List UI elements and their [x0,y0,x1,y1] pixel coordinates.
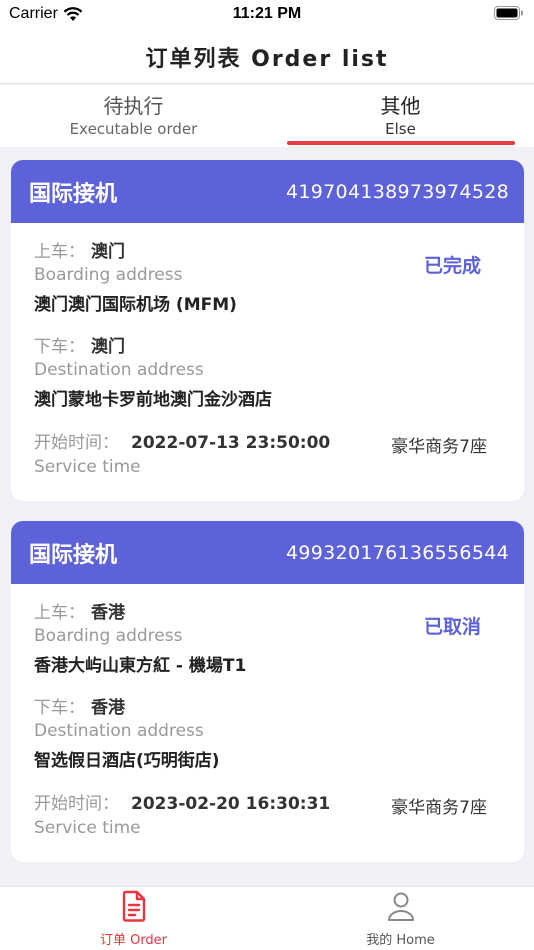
service-time-label: 开始时间： [34,433,119,453]
boarding-address: 香港大屿山東方紅 - 機場T1 [34,656,247,676]
destination-label-en: Destination address [34,360,204,380]
order-number: 499320176136556544 [286,541,509,564]
service-time-en: Service time [34,457,141,477]
destination-city: 香港 [91,698,125,718]
boarding-city: 香港 [91,603,125,623]
tab-else-en: Else [385,120,416,138]
destination-label: 下车： [34,337,85,357]
document-icon [122,890,145,922]
order-type: 国际接机 [29,542,118,568]
tabbar-order[interactable]: 订单 Order [0,887,267,950]
boarding-label: 上车： [34,242,85,262]
order-tabs: 待执行 Executable order 其他 Else [0,85,534,147]
destination-city: 澳门 [91,337,125,357]
status-time: 11:21 PM [232,5,302,22]
tab-else[interactable]: 其他 Else [267,85,534,147]
tab-executable[interactable]: 待执行 Executable order [0,85,267,147]
order-card-body: 已完成 上车： 澳门 Boarding address 澳门澳门国际机场 (MFM… [11,223,524,501]
tab-else-cn: 其他 [380,94,421,118]
tabbar-order-label: 订单 Order [99,933,168,948]
service-time-value: 2023-02-20 16:30:31 [131,794,331,814]
destination-label-row: 下车： 澳门 [34,336,501,358]
order-status: 已完成 [423,255,481,277]
status-bar: Carrier 11:21 PM [0,0,534,30]
order-status: 已取消 [423,616,481,638]
boarding-address: 澳门澳门国际机场 (MFM) [34,295,237,315]
order-type: 国际接机 [29,181,118,207]
destination-address: 澳门蒙地卡罗前地澳门金沙酒店 [34,390,272,410]
service-time-value: 2022-07-13 23:50:00 [131,433,331,453]
order-card[interactable]: 国际接机 499320176136556544 已取消 上车： 香港 Boardi… [11,521,524,862]
order-card-header: 国际接机 499320176136556544 [11,521,524,584]
tabbar-home-label: 我的 Home [366,933,435,948]
destination-block: 下车： 澳门 Destination address 澳门蒙地卡罗前地澳门金沙酒店 [34,336,501,411]
car-type: 豪华商务7座 [391,437,487,457]
boarding-city: 澳门 [91,242,125,262]
order-list: 国际接机 419704138973974528 已完成 上车： 澳门 Boardi… [11,160,524,882]
destination-block: 下车： 香港 Destination address 智选假日酒店(巧明街店) [34,697,501,772]
order-card-body: 已取消 上车： 香港 Boarding address 香港大屿山東方紅 - 機場… [11,584,524,862]
service-time-en: Service time [34,818,141,838]
page-title: 订单列表 Order list [145,46,389,72]
service-time-label: 开始时间： [34,794,119,814]
tabbar-home[interactable]: 我的 Home [267,887,534,950]
boarding-label: 上车： [34,603,85,623]
order-card-header: 国际接机 419704138973974528 [11,160,524,223]
nav-header: 订单列表 Order list [0,30,534,84]
order-card[interactable]: 国际接机 419704138973974528 已完成 上车： 澳门 Boardi… [11,160,524,501]
car-type: 豪华商务7座 [391,798,487,818]
destination-address: 智选假日酒店(巧明街店) [34,751,220,771]
tab-executable-cn: 待执行 [103,94,164,118]
active-tab-indicator [287,141,515,145]
person-icon [387,892,414,921]
destination-label-row: 下车： 香港 [34,697,501,719]
destination-label: 下车： [34,698,85,718]
order-number: 419704138973974528 [286,180,509,203]
bottom-tab-bar: 订单 Order 我的 Home [0,886,534,950]
tab-executable-en: Executable order [69,120,198,138]
destination-label-en: Destination address [34,721,204,741]
battery-icon [494,6,523,20]
